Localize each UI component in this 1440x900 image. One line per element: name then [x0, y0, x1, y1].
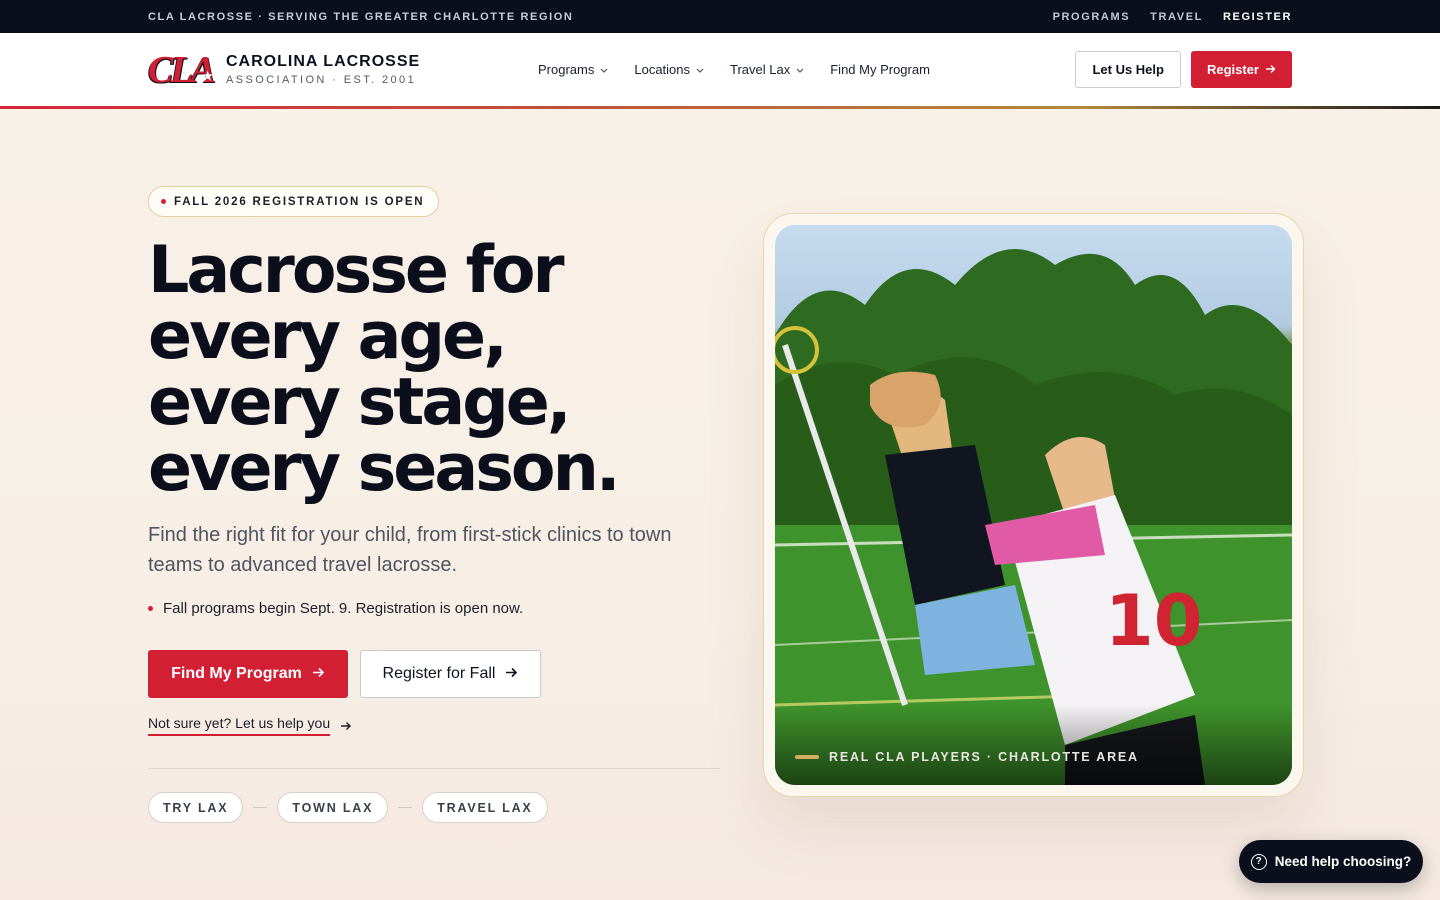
nav-label: Locations [634, 62, 691, 77]
chevron-down-icon [696, 65, 704, 75]
svg-text:10: 10 [1105, 580, 1202, 662]
logo-text: CAROLINA LACROSSE ASSOCIATION · EST. 200… [226, 53, 420, 86]
hero-divider [148, 768, 720, 769]
find-my-program-button[interactable]: Find My Program [148, 650, 348, 698]
register-button[interactable]: Register [1190, 51, 1292, 88]
cta-secondary-label: Register for Fall [382, 665, 496, 682]
arrow-right-icon [312, 665, 325, 683]
photo-illustration: 10 [775, 249, 1292, 785]
let-us-help-button[interactable]: Let Us Help [1075, 51, 1181, 88]
logo-mark: CLA ★ [148, 50, 216, 90]
need-help-widget[interactable]: ? Need help choosing? [1239, 840, 1423, 883]
nav-label: Programs [538, 62, 595, 77]
status-dot [161, 199, 166, 204]
header-actions: Let Us Help Register [1075, 51, 1292, 88]
utility-link-programs[interactable]: PROGRAMS [1053, 11, 1131, 23]
help-widget-label: Need help choosing? [1274, 854, 1412, 869]
nav-item-find-my-program[interactable]: Find My Program [830, 62, 930, 77]
site-header: CLA ★ CAROLINA LACROSSE ASSOCIATION · ES… [0, 33, 1440, 106]
let-us-help-link[interactable]: Not sure yet? Let us help you [148, 715, 352, 736]
program-pills: TRY LAX TOWN LAX TRAVEL LAX [148, 792, 548, 823]
season-notice: Fall programs begin Sept. 9. Registratio… [148, 600, 523, 617]
headline-line-2: every age, [148, 299, 508, 374]
headline-line-4: every season. [148, 431, 621, 506]
hero-photo: 10 [775, 225, 1292, 785]
utility-link-register[interactable]: REGISTER [1223, 11, 1292, 23]
nav-label: Travel Lax [730, 62, 791, 77]
arrow-right-icon [1265, 62, 1276, 77]
headline-line-1: Lacrosse for [148, 233, 565, 308]
utility-bar: CLA LACROSSE · SERVING THE GREATER CHARL… [0, 0, 1440, 33]
pill-town-lax[interactable]: TOWN LAX [277, 792, 389, 823]
badge-label: FALL 2026 REGISTRATION IS OPEN [174, 195, 425, 208]
registration-badge: FALL 2026 REGISTRATION IS OPEN [148, 186, 440, 217]
hero-lede: Find the right fit for your child, from … [148, 524, 672, 576]
site-logo[interactable]: CLA ★ CAROLINA LACROSSE ASSOCIATION · ES… [148, 50, 448, 90]
caption-accent-bar [795, 755, 819, 759]
question-circle-icon: ? [1250, 853, 1267, 870]
pill-separator [398, 807, 413, 808]
nav-item-travel-lax[interactable]: Travel Lax [730, 62, 804, 77]
photo-caption: REAL CLA PLAYERS · CHARLOTTE AREA [795, 750, 1139, 764]
register-for-fall-button[interactable]: Register for Fall [360, 650, 541, 698]
pill-try-lax[interactable]: TRY LAX [148, 792, 244, 823]
pill-travel-lax[interactable]: TRAVEL LAX [422, 792, 548, 823]
help-link-label: Not sure yet? Let us help you [148, 715, 331, 736]
nav-item-programs[interactable]: Programs [538, 62, 608, 77]
arrow-right-icon [340, 718, 352, 734]
logo-name: CAROLINA LACROSSE [226, 53, 421, 70]
notice-dot [148, 606, 153, 611]
main-nav: Programs Locations Travel Lax Find My Pr… [538, 62, 930, 77]
utility-link-travel[interactable]: TRAVEL [1150, 11, 1203, 23]
star-icon: ★ [202, 68, 213, 83]
pill-separator [253, 807, 268, 808]
utility-links: PROGRAMS TRAVEL REGISTER [1053, 11, 1292, 23]
caption-text: REAL CLA PLAYERS · CHARLOTTE AREA [829, 750, 1139, 764]
hero-headline: Lacrosse for every age, every stage, eve… [148, 238, 728, 502]
notice-text: Fall programs begin Sept. 9. Registratio… [163, 600, 524, 617]
chevron-down-icon [796, 65, 804, 75]
headline-line-3: every stage, [148, 365, 572, 440]
nav-label: Find My Program [830, 62, 930, 77]
arrow-right-icon [505, 665, 518, 683]
utility-tagline: CLA LACROSSE · SERVING THE GREATER CHARL… [148, 10, 574, 23]
chevron-down-icon [600, 65, 608, 75]
nav-item-locations[interactable]: Locations [634, 62, 704, 77]
register-button-label: Register [1206, 62, 1259, 77]
logo-subtitle: ASSOCIATION · EST. 2001 [226, 74, 417, 86]
cta-primary-label: Find My Program [171, 665, 302, 682]
